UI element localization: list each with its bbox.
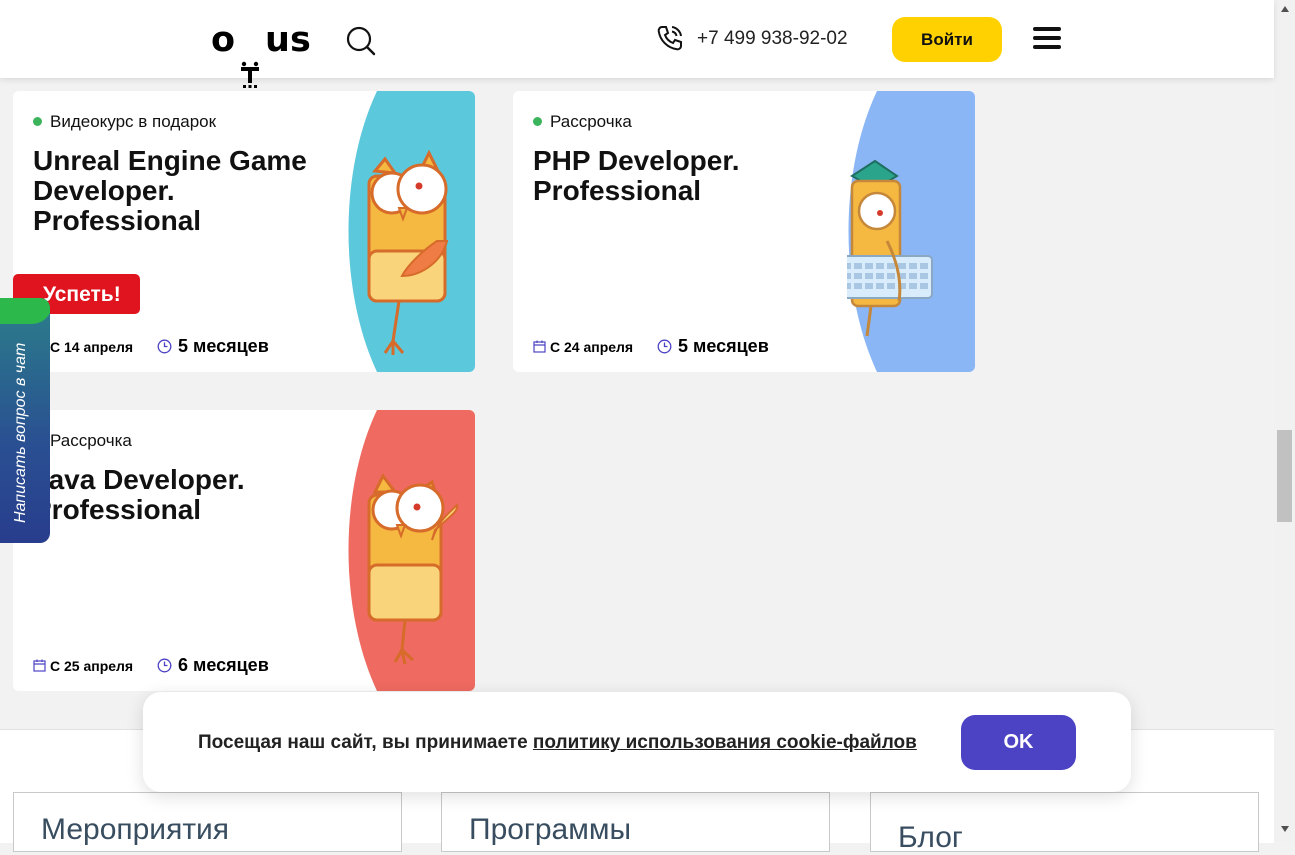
menu-bar — [1033, 45, 1061, 49]
login-button[interactable]: Войти — [892, 17, 1002, 62]
course-meta: С 14 апреля 5 месяцев — [33, 336, 269, 357]
course-card-unreal[interactable]: Видеокурс в подарок Unreal Engine Game D… — [13, 91, 475, 372]
calendar-icon — [33, 659, 46, 672]
clock-icon — [157, 658, 172, 673]
clock-icon — [657, 339, 672, 354]
badge-text: Рассрочка — [550, 112, 632, 131]
owl-illustration — [348, 410, 475, 691]
logo-letters-us: us — [265, 20, 311, 60]
badge-text: Рассрочка — [50, 431, 132, 450]
course-card-java[interactable]: Рассрочка Java Developer. Professional С… — [13, 410, 475, 691]
menu-bar — [1033, 27, 1061, 31]
course-duration: 6 месяцев — [178, 655, 269, 675]
site-header: o us +7 499 938-92-02 Войти — [0, 0, 1274, 88]
course-title[interactable]: PHP Developer. Professional — [533, 146, 843, 206]
course-meta: С 25 апреля 6 месяцев — [33, 655, 269, 676]
logo-letter-o: o — [211, 20, 236, 60]
cookie-policy-link[interactable]: политику использования cookie-файлов — [533, 732, 917, 753]
owl-illustration — [847, 91, 975, 372]
course-title[interactable]: Unreal Engine Game Developer. Profession… — [33, 146, 343, 236]
course-badge: Видеокурс в подарок — [33, 112, 216, 132]
clock-icon — [157, 339, 172, 354]
course-meta: С 24 апреля 5 месяцев — [533, 336, 769, 357]
otus-logo[interactable]: o us — [211, 20, 317, 88]
calendar-icon — [533, 340, 546, 353]
search-icon[interactable] — [345, 25, 377, 57]
footer-events-box[interactable]: Мероприятия — [13, 792, 402, 852]
footer-blog-box[interactable]: Блог — [870, 792, 1259, 854]
owl-illustration — [348, 91, 475, 372]
scroll-down-arrow-icon[interactable] — [1281, 826, 1289, 832]
course-title[interactable]: Java Developer. Professional — [33, 465, 343, 525]
cookie-text: Посещая наш сайт, вы принимаете — [198, 732, 533, 753]
scrollbar-thumb[interactable] — [1277, 430, 1292, 522]
status-dot — [533, 117, 542, 126]
hamburger-menu-icon[interactable] — [1033, 27, 1061, 51]
course-start-date: С 25 апреля — [50, 658, 134, 674]
cookie-ok-button[interactable]: OK — [961, 715, 1076, 770]
chat-widget-tab[interactable]: Написать вопрос в чат — [0, 298, 50, 543]
scroll-up-arrow-icon[interactable] — [1281, 6, 1289, 12]
course-duration: 5 месяцев — [678, 336, 769, 356]
course-start-date: С 24 апреля — [550, 339, 634, 355]
cookie-message: Посещая наш сайт, вы принимаете политику… — [198, 732, 917, 754]
page-scrollbar[interactable] — [1274, 0, 1295, 842]
chat-tab-label: Написать вопрос в чат — [12, 342, 29, 523]
badge-text: Видеокурс в подарок — [50, 112, 217, 131]
course-badge: Рассрочка — [533, 112, 632, 132]
course-card-php[interactable]: Рассрочка PHP Developer. Professional С … — [513, 91, 975, 372]
menu-bar — [1033, 36, 1061, 40]
footer-programs-box[interactable]: Программы — [441, 792, 830, 852]
phone-number[interactable]: +7 499 938-92-02 — [697, 28, 848, 50]
chat-online-indicator — [0, 298, 50, 324]
status-dot — [33, 117, 42, 126]
phone-icon[interactable] — [656, 24, 684, 52]
course-duration: 5 месяцев — [178, 336, 269, 356]
cookie-banner: Посещая наш сайт, вы принимаете политику… — [143, 692, 1131, 792]
course-start-date: С 14 апреля — [50, 339, 134, 355]
